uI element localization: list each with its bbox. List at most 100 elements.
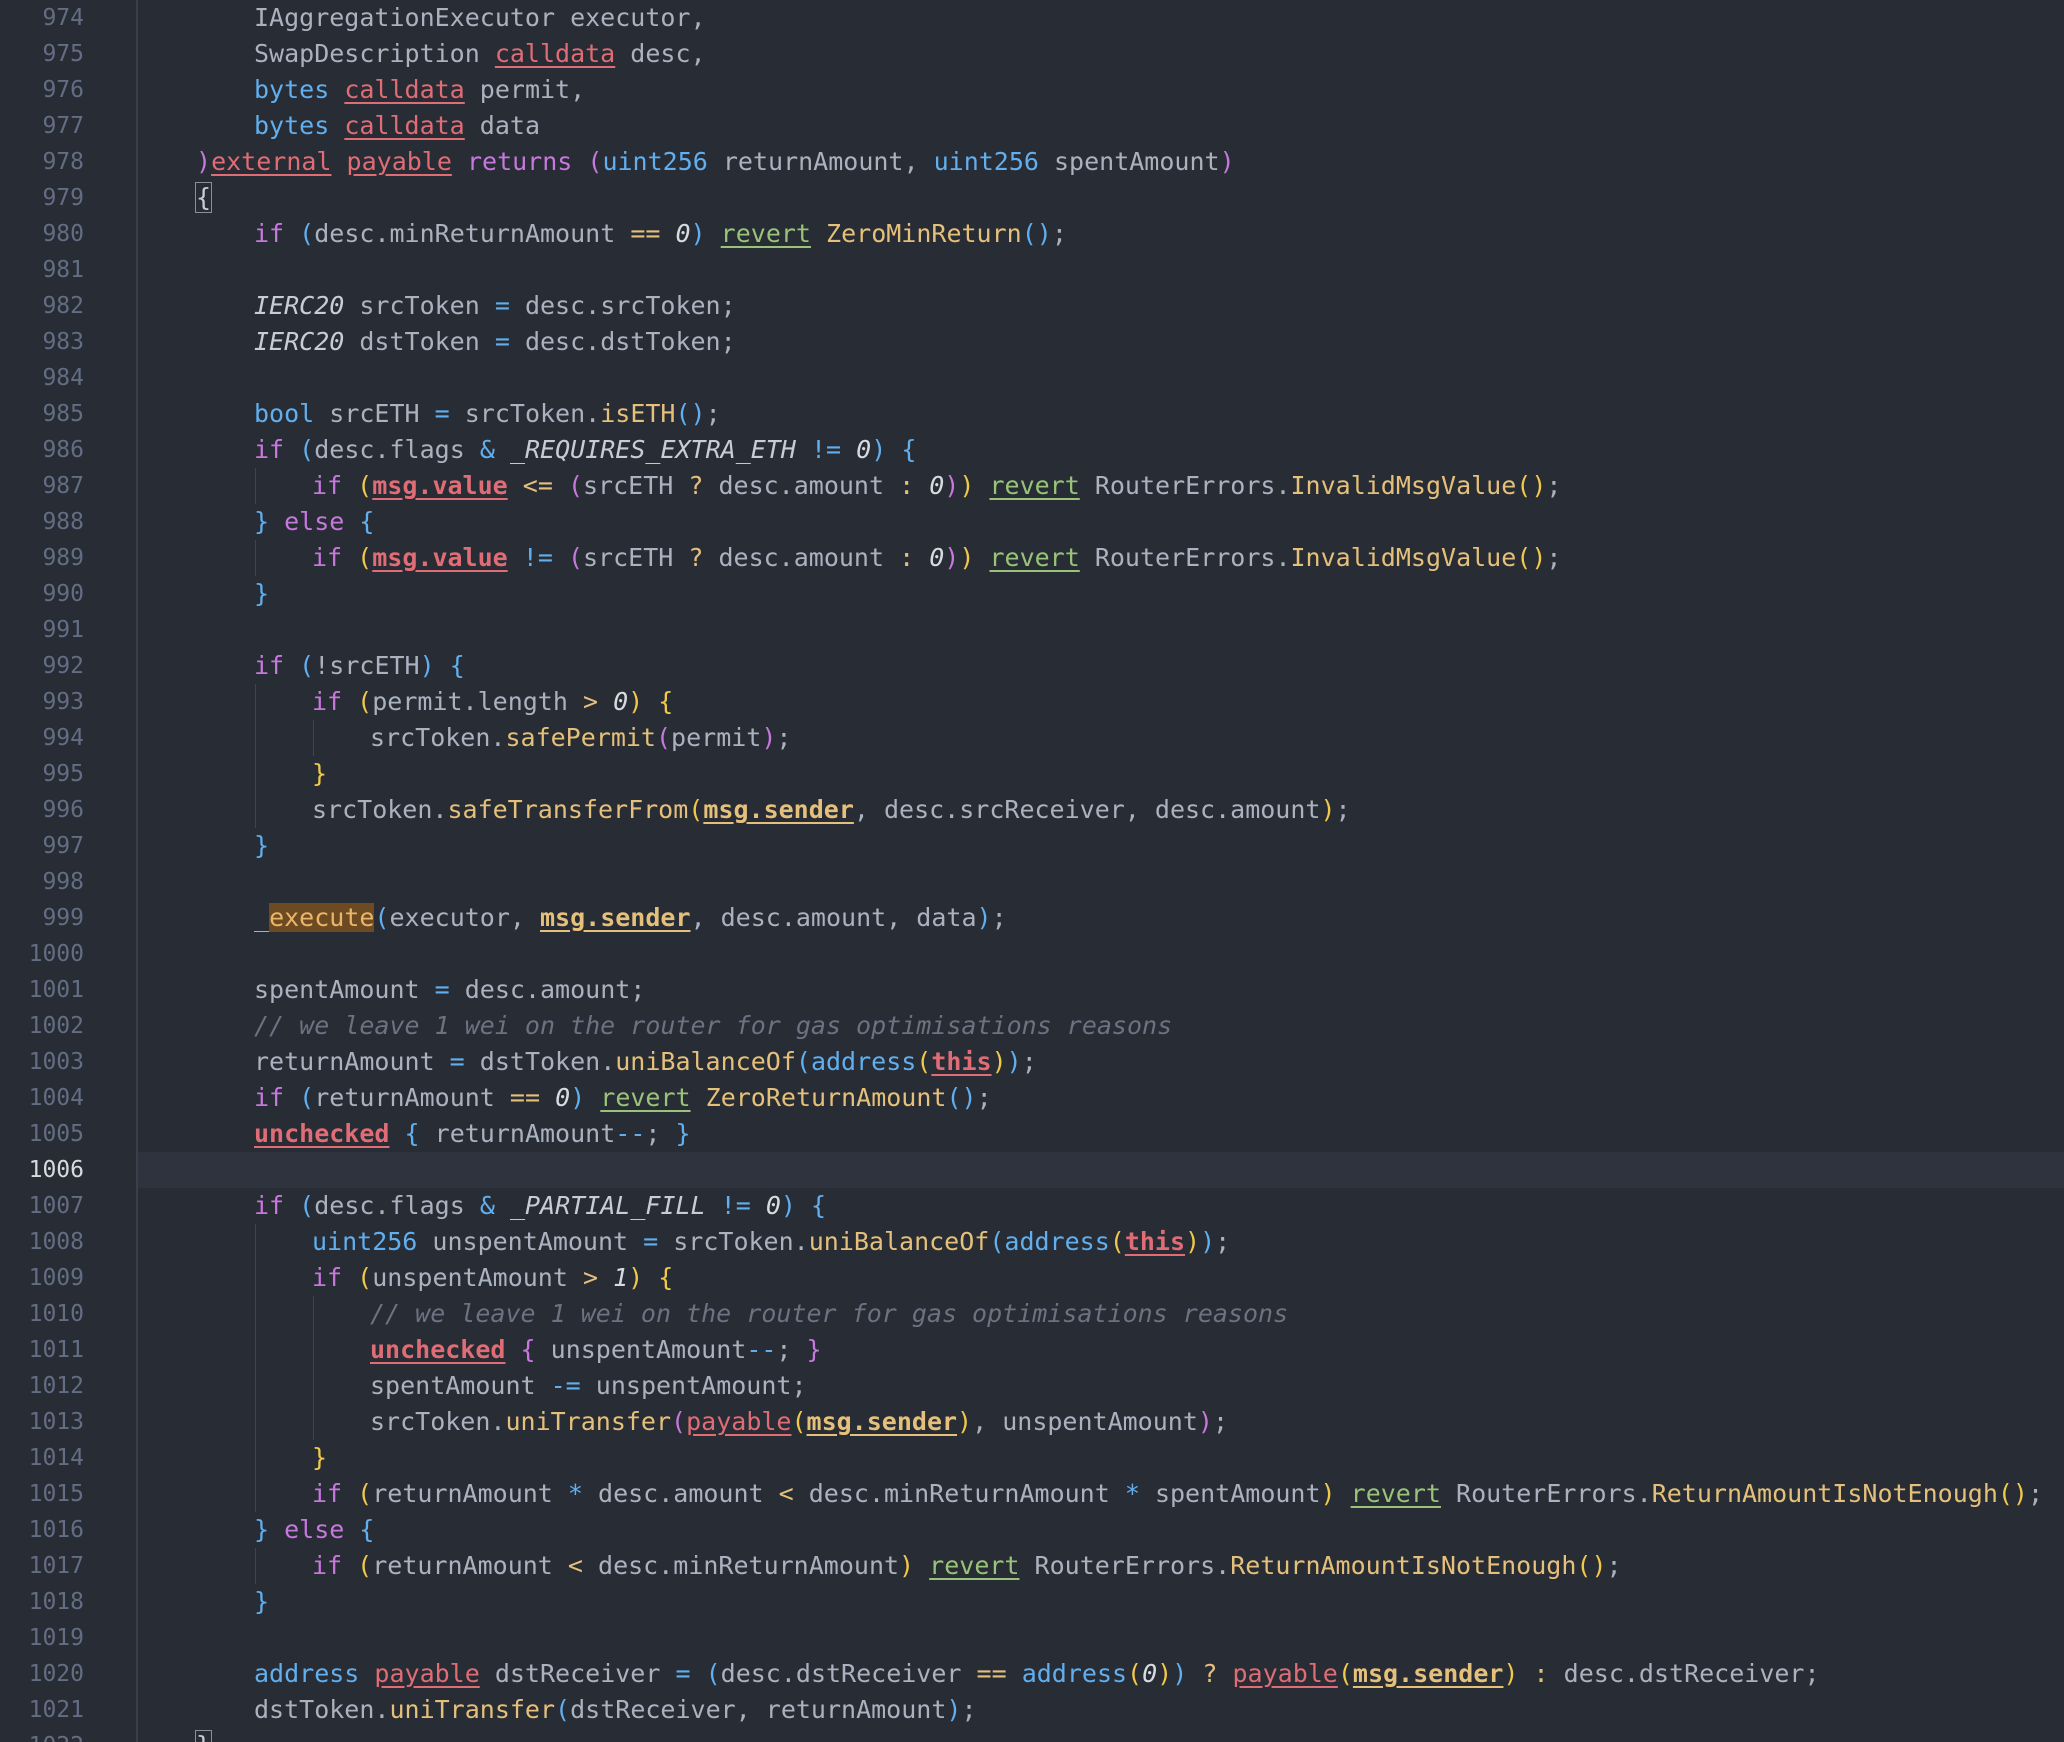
code-token: ? — [688, 543, 704, 572]
code-line[interactable]: } else { — [138, 504, 2064, 540]
code-token: if — [312, 687, 343, 716]
code-text: IERC20 srcToken = desc.srcToken; — [254, 288, 736, 324]
indent-guide — [255, 684, 256, 720]
code-line[interactable]: } else { — [138, 1512, 2064, 1548]
code-line[interactable]: } — [138, 576, 2064, 612]
code-token: { — [811, 1191, 827, 1220]
code-token: uint256 — [312, 1227, 418, 1256]
code-line[interactable]: returnAmount = dstToken.uniBalanceOf(add… — [138, 1044, 2064, 1080]
code-token: ( — [791, 1407, 807, 1436]
code-token: -- — [746, 1335, 777, 1364]
code-token: srcToken — [344, 291, 495, 320]
code-line[interactable]: srcToken.safePermit(permit); — [138, 720, 2064, 756]
code-line[interactable]: } — [138, 756, 2064, 792]
code-line[interactable]: if (msg.value <= (srcETH ? desc.amount :… — [138, 468, 2064, 504]
code-text: if (unspentAmount > 1) { — [312, 1260, 673, 1296]
code-line[interactable]: if (returnAmount < desc.minReturnAmount)… — [138, 1548, 2064, 1584]
code-line[interactable]: if (returnAmount * desc.amount < desc.mi… — [138, 1476, 2064, 1512]
code-line[interactable]: bool srcETH = srcToken.isETH(); — [138, 396, 2064, 432]
code-token: ; — [1606, 1551, 1622, 1580]
code-token: dstToken. — [464, 1047, 616, 1076]
code-line[interactable]: _execute(executor, msg.sender, desc.amou… — [138, 900, 2064, 936]
code-line[interactable] — [138, 360, 2064, 396]
line-number: 1015 — [28, 1481, 84, 1507]
code-line[interactable]: } — [138, 828, 2064, 864]
code-line[interactable]: bytes calldata permit, — [138, 72, 2064, 108]
code-text: } — [194, 1728, 213, 1742]
code-line[interactable]: if (!srcETH) { — [138, 648, 2064, 684]
code-token: ) — [628, 687, 644, 716]
code-line[interactable]: if (unspentAmount > 1) { — [138, 1260, 2064, 1296]
code-line[interactable]: if (desc.flags & _PARTIAL_FILL != 0) { — [138, 1188, 2064, 1224]
code-token: < — [778, 1479, 794, 1508]
code-token: ( — [357, 1551, 373, 1580]
code-line[interactable]: spentAmount -= unspentAmount; — [138, 1368, 2064, 1404]
code-line[interactable]: srcToken.safeTransferFrom(msg.sender, de… — [138, 792, 2064, 828]
code-editor[interactable]: 974 975 976 977 978 979 980 981 982 983 984 985 986 9… — [0, 0, 2064, 1742]
code-line[interactable]: uint256 unspentAmount = srcToken.uniBala… — [138, 1224, 2064, 1260]
code-line[interactable]: IERC20 srcToken = desc.srcToken; — [138, 288, 2064, 324]
code-token: ) — [944, 471, 960, 500]
code-token: ( — [357, 543, 373, 572]
code-token: ( — [357, 687, 373, 716]
code-token: 0 — [929, 543, 945, 572]
line-number: 990 — [42, 581, 84, 607]
code-line[interactable] — [138, 936, 2064, 972]
code-token: ( — [299, 1083, 315, 1112]
code-token: ) — [1006, 1047, 1022, 1076]
code-token: , desc.srcReceiver, desc.amount — [853, 795, 1321, 824]
code-line[interactable]: dstToken.uniTransfer(dstReceiver, return… — [138, 1692, 2064, 1728]
code-text: _execute(executor, msg.sender, desc.amou… — [254, 900, 1007, 936]
code-line[interactable]: if (returnAmount == 0) revert ZeroReturn… — [138, 1080, 2064, 1116]
code-line[interactable]: } — [138, 1584, 2064, 1620]
code-token: unchecked — [370, 1335, 506, 1364]
code-line[interactable]: if (desc.minReturnAmount == 0) revert Ze… — [138, 216, 2064, 252]
code-token: = — [434, 975, 450, 1004]
code-token: revert — [720, 219, 811, 248]
code-line[interactable]: { — [138, 180, 2064, 216]
code-line[interactable]: bytes calldata data — [138, 108, 2064, 144]
code-token: calldata — [494, 39, 616, 68]
code-line[interactable]: spentAmount = desc.amount; — [138, 972, 2064, 1008]
code-line[interactable]: if (desc.flags & _REQUIRES_EXTRA_ETH != … — [138, 432, 2064, 468]
code-token: address — [810, 1047, 917, 1076]
indent-guide — [255, 1368, 256, 1404]
indent-guide — [255, 540, 256, 576]
code-token: RouterErrors. — [1079, 471, 1291, 500]
code-line[interactable] — [138, 252, 2064, 288]
line-number: 1011 — [28, 1337, 84, 1363]
code-text: } — [254, 828, 269, 864]
code-line[interactable]: } — [138, 1728, 2064, 1742]
code-line[interactable] — [138, 612, 2064, 648]
code-token: this — [931, 1047, 992, 1076]
code-line[interactable]: unchecked { unspentAmount--; } — [138, 1332, 2064, 1368]
line-number: 977 — [42, 113, 84, 139]
line-number: 986 — [42, 437, 84, 463]
code-token: revert — [1350, 1479, 1441, 1508]
code-area[interactable]: IAggregationExecutor executor, SwapDescri… — [138, 0, 2064, 1742]
code-text: // we leave 1 wei on the router for gas … — [254, 1008, 1172, 1044]
code-token: ) — [1197, 1407, 1213, 1436]
code-line[interactable]: if (msg.value != (srcETH ? desc.amount :… — [138, 540, 2064, 576]
code-token: : — [1533, 1659, 1549, 1688]
code-text: if (returnAmount * desc.amount < desc.mi… — [312, 1476, 2043, 1512]
code-line[interactable]: srcToken.uniTransfer(payable(msg.sender)… — [138, 1404, 2064, 1440]
code-line[interactable]: IERC20 dstToken = desc.dstToken; — [138, 324, 2064, 360]
code-line[interactable]: if (permit.length > 0) { — [138, 684, 2064, 720]
active-code-line[interactable] — [138, 1152, 2064, 1188]
code-line[interactable]: )external payable returns (uint256 retur… — [138, 144, 2064, 180]
code-line[interactable]: address payable dstReceiver = (desc.dstR… — [138, 1656, 2064, 1692]
code-token: = — [494, 327, 510, 356]
code-line[interactable] — [138, 864, 2064, 900]
code-line[interactable] — [138, 1620, 2064, 1656]
code-line[interactable]: unchecked { returnAmount--; } — [138, 1116, 2064, 1152]
code-line[interactable]: SwapDescription calldata desc, — [138, 36, 2064, 72]
code-line[interactable]: // we leave 1 wei on the router for gas … — [138, 1296, 2064, 1332]
code-line[interactable]: IAggregationExecutor executor, — [138, 0, 2064, 36]
code-token: () — [1997, 1479, 2028, 1508]
code-token: desc.amount; — [449, 975, 646, 1004]
code-token: () — [1516, 471, 1547, 500]
code-line[interactable]: } — [138, 1440, 2064, 1476]
code-token: IERC20 — [254, 291, 345, 320]
code-line[interactable]: // we leave 1 wei on the router for gas … — [138, 1008, 2064, 1044]
